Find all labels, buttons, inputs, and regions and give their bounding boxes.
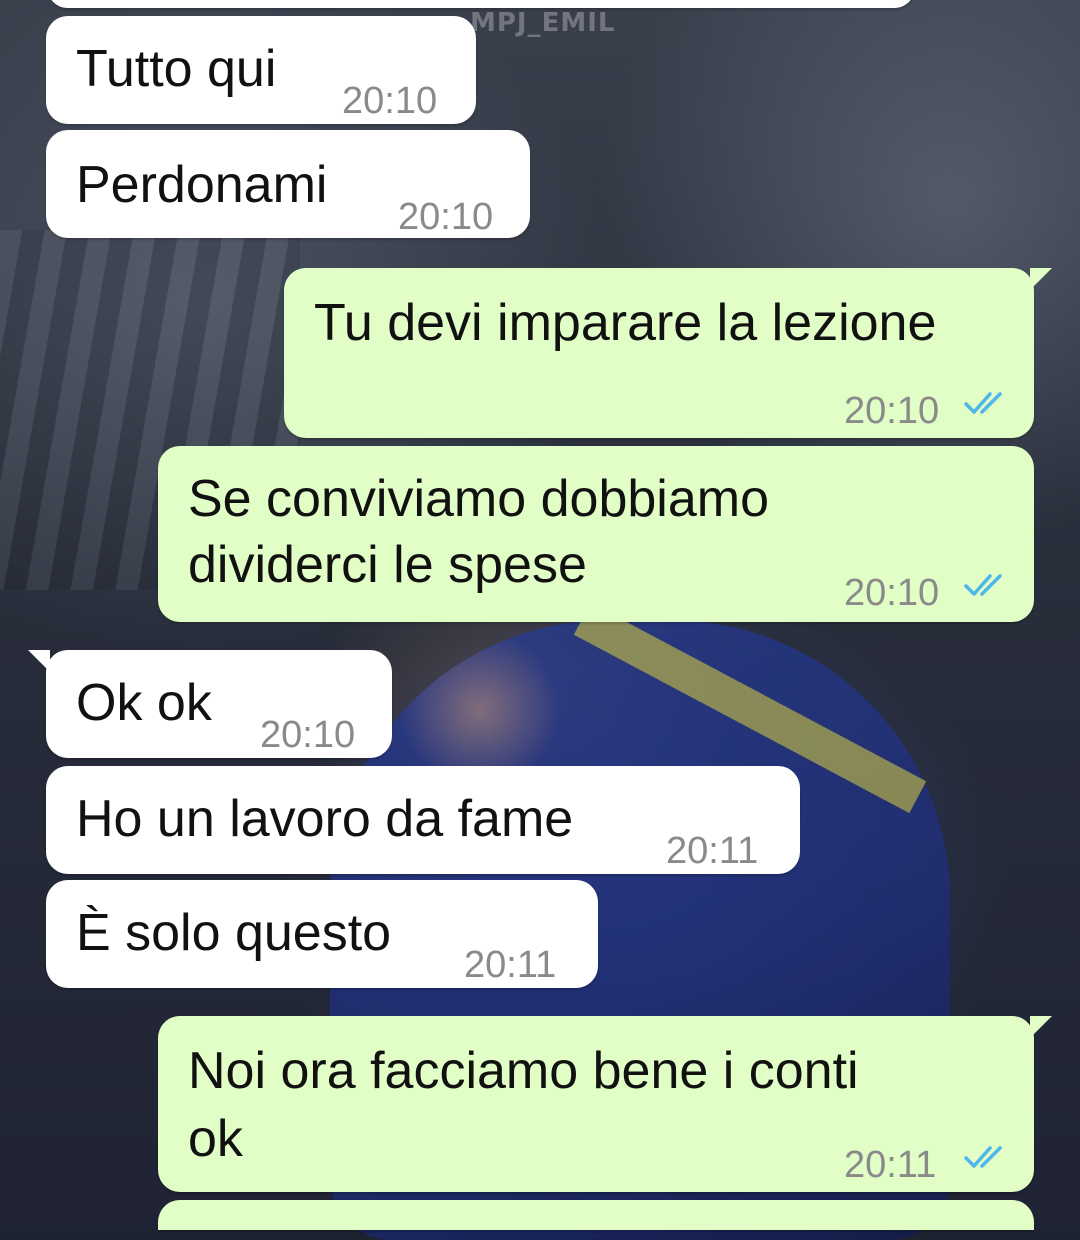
message-text: È solo questo	[76, 904, 392, 962]
partial-message-top[interactable]	[48, 0, 914, 8]
message-timestamp: 20:10	[342, 80, 438, 122]
message-text: Tutto qui	[76, 40, 277, 98]
message-timestamp: 20:11	[666, 830, 759, 872]
message-bubble-incoming[interactable]: Tutto qui 20:10	[46, 16, 476, 124]
read-receipt-icon	[964, 1146, 1002, 1168]
message-text: Ho un lavoro da fame	[76, 790, 574, 848]
message-text: Tu devi imparare la lezione	[314, 294, 937, 352]
message-bubble-incoming[interactable]: Ho un lavoro da fame 20:11	[46, 766, 800, 874]
message-bubble-incoming[interactable]: È solo questo 20:11	[46, 880, 598, 988]
message-timestamp: 20:10	[398, 196, 494, 238]
message-bubble-incoming[interactable]: Ok ok 20:10	[28, 650, 392, 758]
message-text-line-2: dividerci le spese	[188, 536, 587, 594]
message-bubble-incoming[interactable]: Perdonami 20:10	[46, 130, 530, 238]
message-timestamp: 20:10	[844, 390, 940, 432]
message-bubble-outgoing[interactable]: Tu devi imparare la lezione 20:10	[284, 268, 1052, 438]
message-text: Ok ok	[76, 674, 212, 732]
read-receipt-icon	[964, 574, 1002, 596]
message-text-line-1: Se conviviamo dobbiamo	[188, 470, 769, 528]
message-text-line-2: ok	[188, 1110, 243, 1168]
message-text: Perdonami	[76, 156, 328, 214]
wallpaper-watermark: MPJ_EMIL	[470, 8, 616, 38]
message-timestamp: 20:10	[844, 572, 940, 614]
message-text-line-1: Noi ora facciamo bene i conti	[188, 1042, 859, 1100]
message-timestamp: 20:10	[260, 714, 356, 756]
partial-message-bottom[interactable]	[158, 1200, 1034, 1230]
message-timestamp: 20:11	[844, 1144, 937, 1186]
message-bubble-outgoing[interactable]: Noi ora facciamo bene i conti ok 20:11	[158, 1016, 1052, 1192]
read-receipt-icon	[964, 392, 1002, 414]
message-bubble-outgoing[interactable]: Se conviviamo dobbiamo dividerci le spes…	[158, 446, 1034, 622]
message-timestamp: 20:11	[464, 944, 557, 986]
